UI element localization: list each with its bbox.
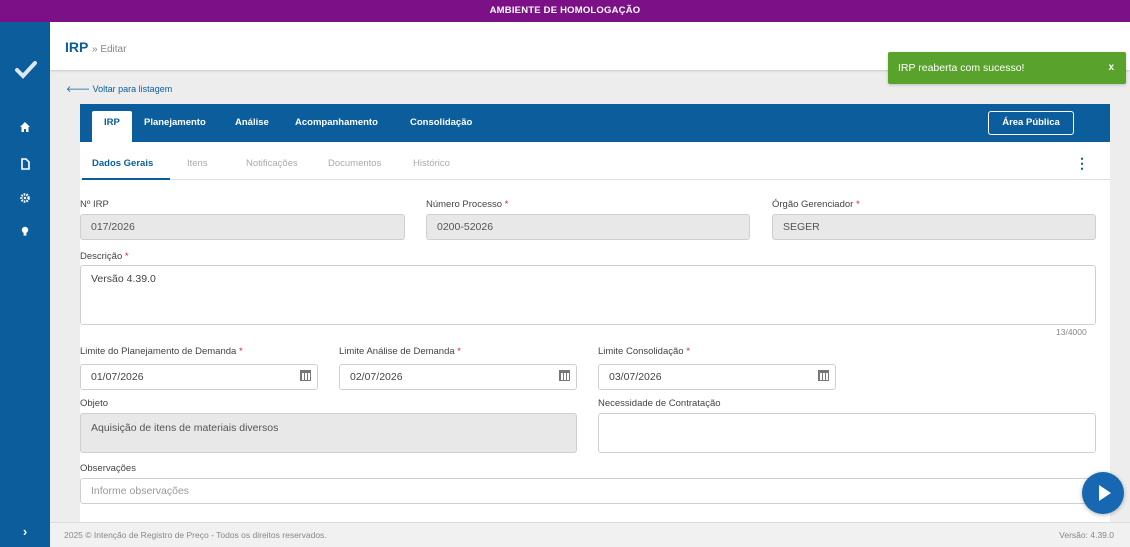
environment-banner: AMBIENTE DE HOMOLOGAÇÃO [0, 0, 1130, 22]
play-fab-button[interactable] [1082, 472, 1124, 514]
analysis-limit-date-input[interactable]: 02/07/2026 [339, 364, 577, 390]
contracting-need-field[interactable] [598, 413, 1096, 453]
tab-irp[interactable]: IRP [92, 111, 132, 142]
irp-number-field[interactable]: 017/2026 [80, 214, 405, 240]
play-icon [1099, 485, 1111, 501]
document-icon[interactable] [0, 158, 50, 180]
calendar-icon[interactable] [300, 370, 311, 381]
more-options-icon[interactable]: ⋮ [1075, 155, 1089, 172]
public-area-button[interactable]: Área Pública [988, 111, 1074, 135]
subtab-itens[interactable]: Itens [187, 158, 208, 169]
tab-planejamento[interactable]: Planejamento [144, 117, 206, 128]
calendar-icon[interactable] [559, 370, 570, 381]
object-field[interactable]: Aquisição de itens de materiais diversos [80, 413, 577, 453]
consolidation-limit-value: 03/07/2026 [609, 371, 662, 383]
analysis-limit-label: Limite Análise de Demanda * [339, 346, 461, 357]
check-logo-icon[interactable] [15, 58, 37, 80]
irp-number-label: Nº IRP [80, 199, 109, 210]
footer-version: Versão: 4.39.0 [1059, 530, 1114, 540]
tab-acompanhamento[interactable]: Acompanhamento [295, 117, 378, 128]
sub-tabs: Dados Gerais Itens Notificações Document… [80, 142, 1110, 180]
form-card: Dados Gerais Itens Notificações Document… [80, 142, 1110, 522]
process-number-label: Número Processo * [426, 199, 509, 210]
managing-agency-field[interactable]: SEGER [772, 214, 1096, 240]
main-tabs-bar: IRP Planejamento Análise Acompanhamento … [80, 104, 1110, 142]
tab-consolidacao[interactable]: Consolidação [410, 117, 472, 128]
object-label: Objeto [80, 398, 108, 409]
lightbulb-icon[interactable] [0, 225, 50, 247]
observations-input[interactable]: Informe observações [80, 478, 1096, 504]
planning-limit-value: 01/07/2026 [91, 371, 144, 383]
subtab-dados-gerais[interactable]: Dados Gerais [92, 158, 153, 169]
managing-agency-label: Órgão Gerenciador * [772, 199, 860, 210]
process-number-field[interactable]: 0200-52026 [426, 214, 750, 240]
tab-analise[interactable]: Análise [235, 117, 269, 128]
home-icon[interactable] [0, 121, 50, 143]
observations-label: Observações [80, 463, 136, 474]
page-title-text: IRP [65, 39, 89, 55]
page-subtitle: » Editar [91, 44, 127, 55]
toast-close-button[interactable]: x [1108, 52, 1114, 84]
footer: 2025 © Intenção de Registro de Preço - T… [50, 522, 1130, 547]
planning-limit-date-input[interactable]: 01/07/2026 [80, 364, 318, 390]
analysis-limit-value: 02/07/2026 [350, 371, 403, 383]
toast-message: IRP reaberta com sucesso! [898, 62, 1025, 74]
contracting-need-label: Necessidade de Contratação [598, 398, 721, 409]
back-to-list-link[interactable]: 🡐 Voltar para listagem [66, 84, 172, 95]
consolidation-limit-label: Limite Consolidação * [598, 346, 690, 357]
sidebar: › [0, 22, 50, 547]
description-label: Descrição * [80, 251, 129, 262]
back-link-label: Voltar para listagem [92, 84, 173, 94]
page-title: IRP » Editar [65, 39, 126, 55]
active-subtab-indicator [82, 178, 170, 180]
consolidation-limit-date-input[interactable]: 03/07/2026 [598, 364, 836, 390]
chevron-right-icon[interactable]: › [0, 517, 50, 547]
subtab-historico[interactable]: Histórico [413, 158, 450, 169]
success-toast: IRP reaberta com sucesso! x [888, 52, 1126, 84]
description-counter: 13/4000 [1056, 327, 1087, 337]
description-textarea[interactable]: Versão 4.39.0 [80, 265, 1096, 325]
gear-icon[interactable] [0, 192, 50, 214]
calendar-icon[interactable] [818, 370, 829, 381]
subtab-documentos[interactable]: Documentos [328, 158, 381, 169]
subtab-notificacoes[interactable]: Notificações [246, 158, 298, 169]
planning-limit-label: Limite do Planejamento de Demanda * [80, 346, 243, 357]
footer-copyright: 2025 © Intenção de Registro de Preço - T… [64, 530, 327, 540]
arrow-left-icon: 🡐 [66, 84, 91, 94]
